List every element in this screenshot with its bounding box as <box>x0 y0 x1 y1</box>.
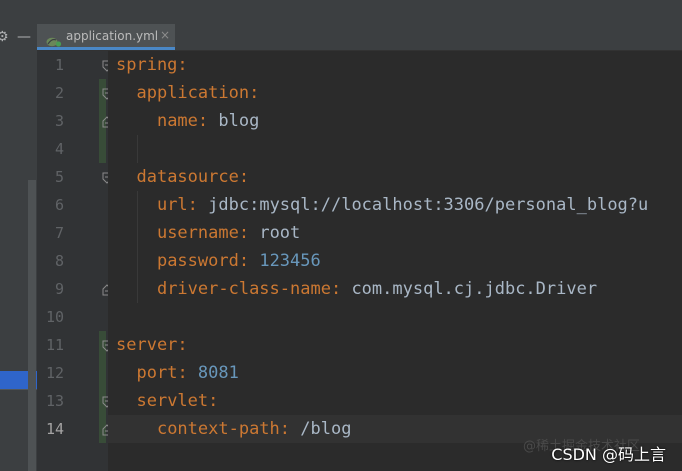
code-line-7: username: root <box>156 223 301 243</box>
yaml-key: password <box>156 251 239 271</box>
line-number: 11 <box>45 336 64 354</box>
yaml-value: blog <box>218 111 260 131</box>
title-strip <box>0 0 682 25</box>
yaml-key: context-path <box>156 419 280 439</box>
yaml-key: port <box>136 363 178 383</box>
settings-icon[interactable]: ⚙ <box>0 30 9 44</box>
yaml-key: datasource <box>136 167 239 187</box>
ide-window: ⚙ — application.yml × 1 2 3 4 5 6 7 8 9 <box>0 0 682 471</box>
yaml-key: spring <box>116 55 178 75</box>
line-number: 6 <box>54 196 64 214</box>
line-number: 10 <box>45 308 64 326</box>
code-line-5: datasource: <box>136 167 250 187</box>
code-line-12: port: 8081 <box>136 363 239 383</box>
code-line-9: driver-class-name: com.mysql.cj.jdbc.Dri… <box>156 279 598 299</box>
line-number: 3 <box>54 112 64 130</box>
tab-application-yml[interactable]: application.yml × <box>37 24 175 50</box>
line-number: 7 <box>54 224 64 242</box>
spring-leaf-icon <box>46 32 62 51</box>
project-tool-window[interactable]: ⚙ — <box>0 24 38 471</box>
tab-label: application.yml <box>66 29 159 43</box>
panel-scrollbar[interactable] <box>28 180 36 471</box>
code-line-2: application: <box>136 83 260 103</box>
code-line-13: servlet: <box>136 391 219 411</box>
yaml-key: server <box>116 335 178 355</box>
code-editor[interactable]: spring: application: name: blog datasour… <box>108 51 682 471</box>
line-number: 1 <box>54 56 64 74</box>
yaml-key: servlet <box>136 391 209 411</box>
editor-tab-bar: application.yml × <box>37 24 682 51</box>
yaml-value: 123456 <box>259 251 321 271</box>
line-gutter: 1 2 3 4 5 6 7 8 9 10 11 12 13 14 <box>37 51 112 471</box>
code-line-3: name: blog <box>156 111 260 131</box>
line-number: 9 <box>54 280 64 298</box>
minimize-icon[interactable]: — <box>17 30 31 44</box>
csdn-watermark: CSDN @码上言 <box>551 445 666 464</box>
close-tab-icon[interactable]: × <box>160 28 170 42</box>
indent-guide <box>137 135 138 163</box>
line-number: 4 <box>54 140 64 158</box>
yaml-key: username <box>156 223 239 243</box>
code-line-11: server: <box>116 335 188 355</box>
line-number: 12 <box>45 364 64 382</box>
yaml-key: url <box>156 195 188 215</box>
code-line-6: url: jdbc:mysql://localhost:3306/persona… <box>156 195 649 215</box>
code-line-1: spring: <box>116 55 188 75</box>
yaml-key: driver-class-name <box>156 279 331 299</box>
yaml-value: 8081 <box>197 363 239 383</box>
code-line-8: password: 123456 <box>156 251 321 271</box>
line-number: 8 <box>54 252 64 270</box>
current-line-number: 14 <box>45 420 64 438</box>
line-number: 13 <box>45 392 64 410</box>
line-number: 5 <box>54 168 64 186</box>
yaml-value: jdbc:mysql://localhost:3306/personal_blo… <box>208 195 649 215</box>
yaml-value: /blog <box>300 419 352 439</box>
code-line-14: context-path: /blog <box>156 419 352 439</box>
yaml-value: root <box>259 223 301 243</box>
yaml-key: name <box>156 111 198 131</box>
yaml-key: application <box>136 83 250 103</box>
yaml-value: com.mysql.cj.jdbc.Driver <box>351 279 598 299</box>
line-number: 2 <box>54 84 64 102</box>
